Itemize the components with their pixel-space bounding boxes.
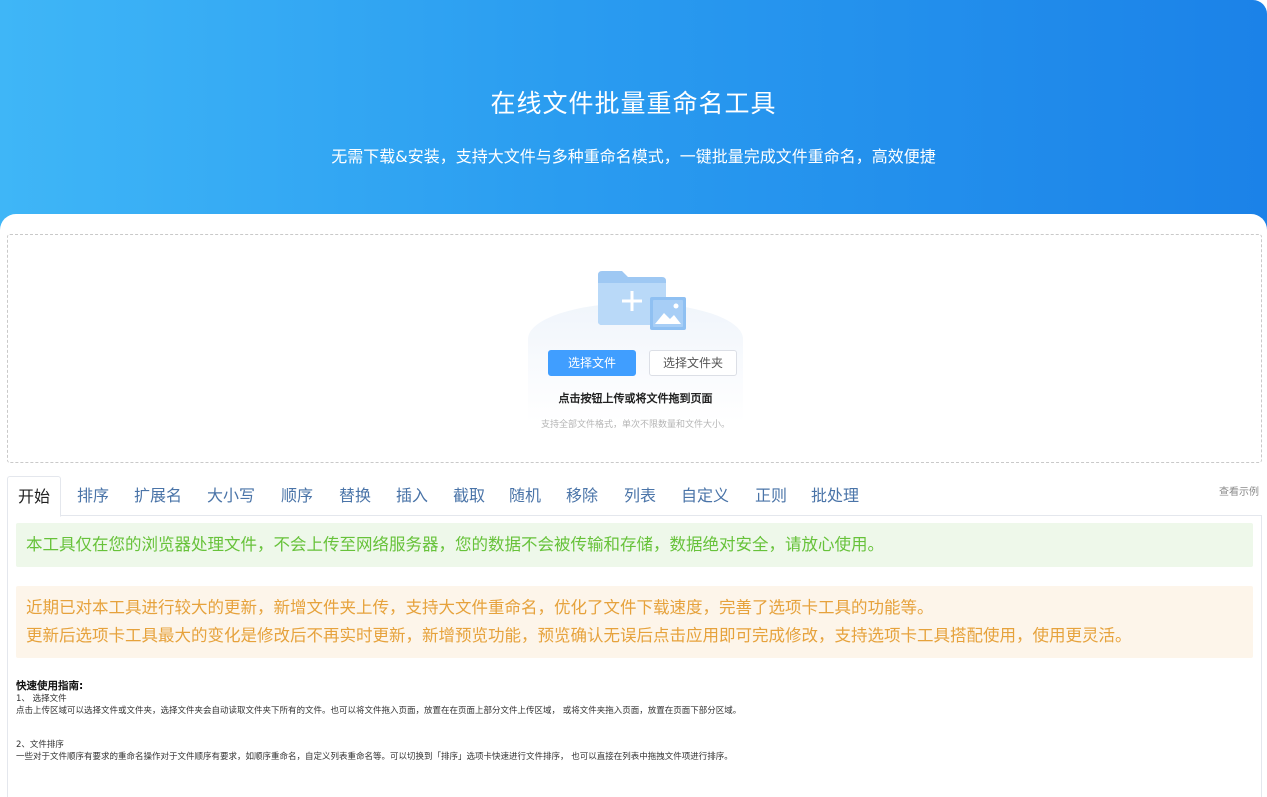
update-notice-line-2: 更新后选项卡工具最大的变化是修改后不再实时更新，新增预览功能，预览确认无误后点击… (26, 626, 1132, 645)
update-notice-line-1: 近期已对本工具进行较大的更新，新增文件夹上传，支持大文件重命名，优化了文件下载速… (26, 598, 934, 617)
security-notice: 本工具仅在您的浏览器处理文件，不会上传至网络服务器，您的数据不会被传输和存储，数… (16, 523, 1253, 567)
guide-spacer (16, 717, 1253, 739)
page-title: 在线文件批量重命名工具 (490, 89, 777, 118)
upload-dropzone[interactable]: 选择文件 选择文件夹 点击按钮上传或将文件拖到页面 支持全部文件格式，单次不限数… (7, 234, 1262, 463)
tab-sort[interactable]: 排序 (67, 476, 119, 516)
tab-truncate[interactable]: 截取 (443, 476, 495, 516)
select-files-button[interactable]: 选择文件 (548, 350, 636, 376)
tab-remove[interactable]: 移除 (556, 476, 608, 516)
guide-title: 快速使用指南: (16, 680, 84, 692)
tab-extension[interactable]: 扩展名 (124, 476, 192, 516)
upload-subhint: 支持全部文件格式，单次不限数量和文件大小。 (540, 420, 730, 430)
tab-start[interactable]: 开始 (7, 476, 62, 517)
upload-hint: 点击按钮上传或将文件拖到页面 (558, 392, 713, 405)
tab-insert[interactable]: 插入 (386, 476, 438, 516)
tab-panel-start: 本工具仅在您的浏览器处理文件，不会上传至网络服务器，您的数据不会被传输和存储，数… (7, 515, 1262, 797)
view-example-link[interactable]: 查看示例 (1219, 483, 1259, 498)
select-folder-button[interactable]: 选择文件夹 (649, 350, 737, 376)
hero-banner: 在线文件批量重命名工具 无需下载&安装，支持大文件与多种重命名模式，一键批量完成… (0, 0, 1267, 232)
page-subtitle: 无需下载&安装，支持大文件与多种重命名模式，一键批量完成文件重命名，高效便捷 (331, 147, 936, 166)
tab-regex[interactable]: 正则 (745, 476, 797, 516)
tab-custom[interactable]: 自定义 (671, 476, 739, 516)
tab-list[interactable]: 列表 (614, 476, 666, 516)
quick-guide: 快速使用指南: 1、 选择文件 点击上传区域可以选择文件或文件夹，选择文件夹会自… (16, 679, 1253, 763)
update-notice: 近期已对本工具进行较大的更新，新增文件夹上传，支持大文件重命名，优化了文件下载速… (16, 586, 1253, 658)
folder-plus-image-icon (598, 271, 686, 330)
tab-random[interactable]: 随机 (499, 476, 551, 516)
tool-tabs: 开始 排序 扩展名 大小写 顺序 替换 插入 截取 随机 移除 列表 自定义 正… (7, 476, 1262, 517)
guide-step-1-title: 1、 选择文件 (16, 694, 67, 704)
tab-replace[interactable]: 替换 (329, 476, 381, 516)
guide-step-2-title: 2、文件排序 (16, 740, 64, 750)
tab-case[interactable]: 大小写 (197, 476, 265, 516)
tab-sequence[interactable]: 顺序 (271, 476, 323, 516)
tab-batch[interactable]: 批处理 (801, 476, 869, 516)
guide-step-2-text: 一些对于文件顺序有要求的重命名操作对于文件顺序有要求，如顺序重命名，自定义列表重… (16, 752, 733, 762)
guide-step-1-text: 点击上传区域可以选择文件或文件夹，选择文件夹会自动读取文件夹下所有的文件。也可以… (16, 706, 742, 716)
